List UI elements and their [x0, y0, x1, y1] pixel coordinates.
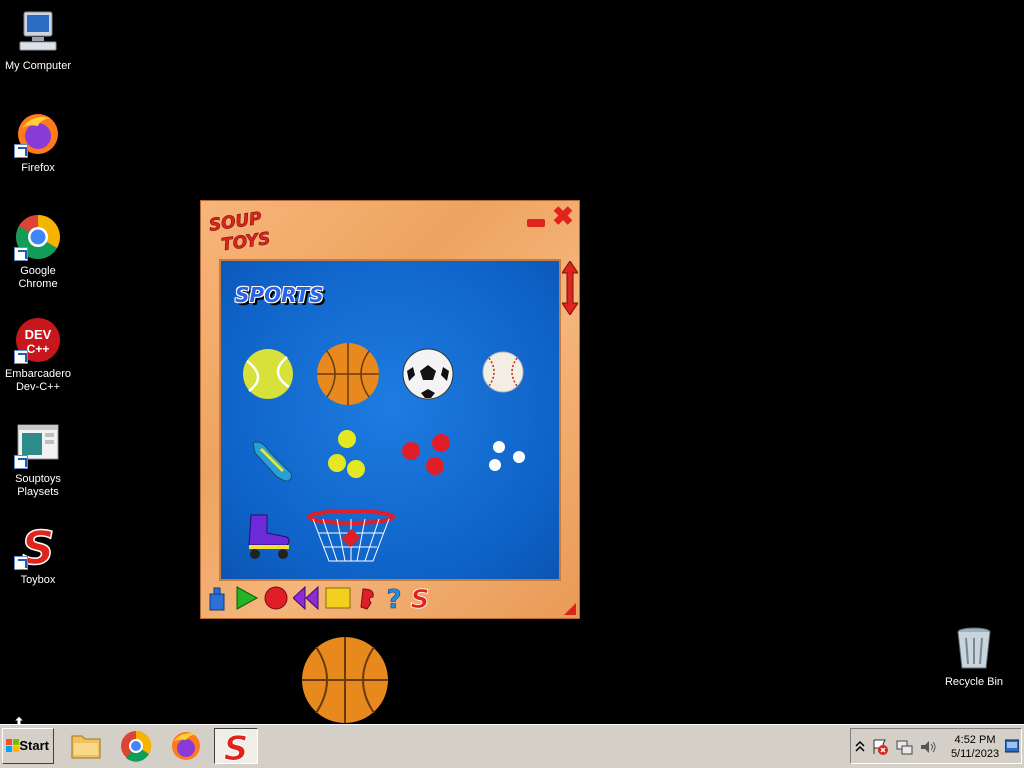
play-icon[interactable]	[233, 585, 259, 611]
taskbar-firefox-button[interactable]	[164, 728, 208, 764]
minimize-button[interactable]	[527, 219, 545, 227]
red-balls-toy[interactable]	[401, 433, 455, 479]
show-desktop-icon[interactable]	[1005, 739, 1019, 753]
desktop-icon-label: Firefox	[21, 162, 55, 174]
souptoys-s-icon: S	[14, 520, 62, 576]
shortcut-arrow-icon	[14, 556, 28, 570]
file-explorer-icon	[71, 735, 101, 759]
playsets-icon	[14, 421, 62, 469]
shortcut-arrow-icon	[14, 144, 28, 158]
shortcut-arrow-icon	[14, 350, 28, 364]
chrome-icon	[121, 730, 152, 762]
svg-text:C++: C++	[27, 342, 50, 356]
close-icon[interactable]: ✖	[551, 203, 575, 229]
sneaker-toy[interactable]	[247, 435, 297, 485]
desktop-icon-firefox[interactable]: Firefox	[0, 110, 76, 175]
desktop-icon-devcpp[interactable]: DEV C++ Embarcadero Dev-C++	[0, 316, 76, 394]
computer-icon	[14, 8, 62, 56]
resize-grip-icon[interactable]	[564, 603, 576, 615]
desktop-icon-recycle-bin[interactable]: Recycle Bin	[936, 624, 1012, 689]
chevron-up-icon[interactable]	[855, 739, 865, 753]
taskbar-chrome-button[interactable]	[114, 728, 158, 764]
devcpp-icon: DEV C++	[14, 316, 62, 364]
souptoys-window[interactable]: SOUP TOYS ✖ SPORTS ? S	[200, 200, 580, 619]
desktop-icon-label: My Computer	[4, 60, 72, 72]
roller-skate-toy[interactable]	[243, 511, 293, 561]
record-icon[interactable]	[263, 585, 289, 611]
desktop-icon-toybox[interactable]: S Toybox	[0, 520, 76, 587]
desktop-icon-label: Souptoys Playsets	[15, 473, 61, 498]
svg-text:S: S	[224, 729, 249, 763]
souptoys-figure-icon[interactable]	[357, 585, 383, 611]
soccer-ball-toy[interactable]	[401, 347, 455, 401]
firefox-icon	[14, 110, 62, 158]
taskbar: Start S 4:52 PM 5/11/2023	[0, 724, 1024, 768]
svg-text:DEV: DEV	[25, 327, 52, 342]
tennis-balls-toy[interactable]	[325, 429, 369, 483]
stop-icon[interactable]	[325, 585, 351, 611]
souptoys-toolbar: ? S	[207, 585, 447, 613]
windows-flag-icon	[6, 739, 19, 752]
firefox-icon	[172, 732, 200, 760]
desktop-icon-souptoys-playsets[interactable]: Souptoys Playsets	[0, 421, 76, 499]
shortcut-arrow-icon	[14, 247, 28, 261]
svg-text:?: ?	[386, 585, 401, 611]
taskbar-file-explorer-button[interactable]	[64, 728, 108, 764]
start-label: Start	[19, 738, 49, 753]
scroll-arrows-icon[interactable]	[562, 261, 578, 315]
basketball-hoop-toy[interactable]	[307, 509, 397, 565]
clock[interactable]: 4:52 PM 5/11/2023	[945, 733, 1005, 761]
basketball-toy-dragged[interactable]	[300, 635, 390, 725]
souptoys-s-icon[interactable]: S	[407, 585, 433, 611]
clock-time: 4:52 PM	[954, 734, 996, 746]
tennis-ball-toy[interactable]	[241, 347, 295, 401]
toy-playfield[interactable]: SPORTS	[219, 259, 561, 581]
action-center-flag-icon[interactable]	[871, 738, 889, 756]
desktop-icon-chrome[interactable]: Google Chrome	[0, 213, 76, 291]
desktop-icon-label: Embarcadero Dev-C++	[4, 368, 72, 393]
svg-text:S: S	[411, 585, 430, 611]
souptoys-logo: SOUP TOYS	[207, 207, 277, 256]
recycle-bin-icon	[950, 624, 998, 672]
basketball-toy[interactable]	[315, 341, 381, 407]
taskbar-souptoys-button[interactable]: S	[214, 728, 258, 768]
shortcut-arrow-icon	[14, 455, 28, 469]
volume-icon[interactable]	[919, 738, 937, 756]
system-tray: 4:52 PM 5/11/2023	[850, 728, 1022, 764]
clock-date: 5/11/2023	[950, 748, 1000, 760]
chrome-icon	[14, 213, 62, 261]
desktop-icon-label: Recycle Bin	[944, 676, 1004, 688]
baseball-toy[interactable]	[481, 350, 525, 394]
desktop-icon-label: Toybox	[20, 574, 56, 586]
souptoys-s-icon: S	[223, 729, 249, 768]
network-icon[interactable]	[895, 738, 913, 756]
desktop-icon-label: Google Chrome	[18, 265, 58, 290]
weight-icon[interactable]	[207, 585, 233, 611]
desktop-icon-my-computer[interactable]: My Computer	[0, 8, 76, 73]
help-icon[interactable]: ?	[381, 585, 407, 611]
ping-pong-balls-toy[interactable]	[485, 439, 529, 475]
rewind-icon[interactable]	[293, 585, 319, 611]
section-title: SPORTS	[235, 283, 324, 307]
start-button[interactable]: Start	[2, 728, 54, 764]
